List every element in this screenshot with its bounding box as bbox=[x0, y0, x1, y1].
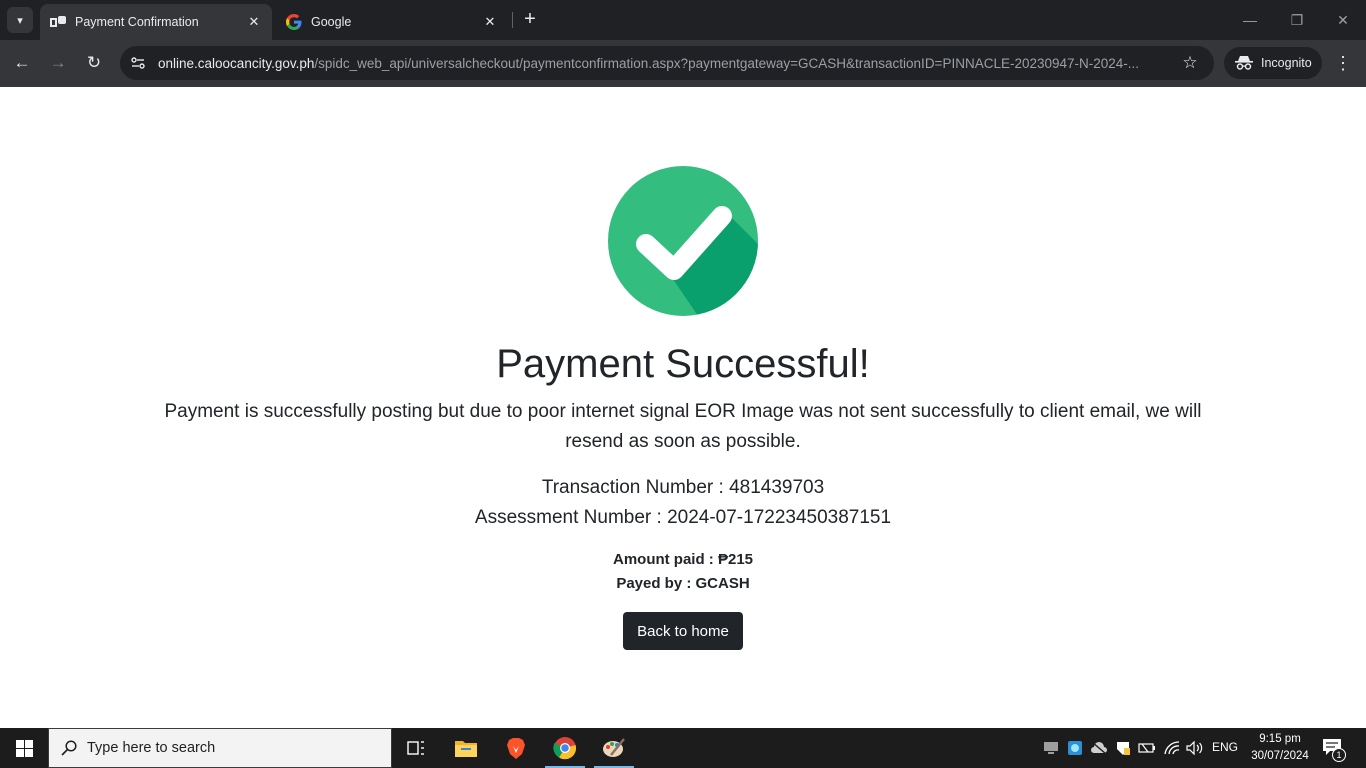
back-button[interactable]: ← bbox=[9, 50, 35, 76]
incognito-indicator[interactable]: Incognito bbox=[1224, 47, 1322, 79]
new-tab-button[interactable]: + bbox=[519, 8, 541, 30]
tab-google[interactable]: Google ✕ bbox=[276, 4, 508, 40]
wifi-icon[interactable] bbox=[1163, 739, 1181, 757]
minimize-button[interactable]: — bbox=[1238, 8, 1262, 32]
arrow-right-icon: → bbox=[49, 53, 67, 72]
back-to-home-button[interactable]: Back to home bbox=[623, 612, 743, 650]
status-message: Payment is successfully posting but due … bbox=[164, 401, 1202, 452]
tray-security-icon[interactable] bbox=[1114, 739, 1132, 757]
site-settings-icon[interactable] bbox=[121, 46, 155, 80]
close-icon: ✕ bbox=[1337, 11, 1349, 28]
start-button[interactable] bbox=[0, 728, 48, 768]
arrow-left-icon: ← bbox=[13, 53, 31, 72]
url-host: online.caloocancity.gov.ph bbox=[158, 55, 315, 71]
browser-tabstrip: ▾ Payment Confirmation ✕ Google ✕ + — ❐ … bbox=[0, 0, 1366, 40]
reload-icon: ↻ bbox=[86, 53, 102, 72]
language-indicator[interactable]: ENG bbox=[1212, 740, 1238, 754]
browser-toolbar: ← → ↻ online.caloocancity.gov.ph/spidc_w… bbox=[0, 40, 1366, 87]
tray-monitor-icon[interactable] bbox=[1042, 739, 1060, 757]
incognito-icon bbox=[1235, 56, 1253, 70]
speaker-icon[interactable] bbox=[1186, 739, 1204, 757]
address-bar[interactable]: online.caloocancity.gov.ph/spidc_web_api… bbox=[120, 46, 1214, 80]
url-text: online.caloocancity.gov.ph/spidc_web_api… bbox=[158, 56, 1168, 71]
search-icon bbox=[61, 740, 77, 756]
transaction-number: Transaction Number : 481439703 bbox=[541, 477, 825, 498]
chrome-icon bbox=[553, 737, 577, 760]
success-check-icon bbox=[608, 166, 758, 316]
brave-browser-button[interactable] bbox=[492, 728, 540, 768]
forward-button[interactable]: → bbox=[45, 50, 71, 76]
bookmark-star-icon[interactable]: ☆ bbox=[1180, 53, 1200, 73]
tray-battery-icon[interactable] bbox=[1138, 739, 1156, 757]
reload-button[interactable]: ↻ bbox=[81, 50, 107, 76]
tray-cloud-icon[interactable] bbox=[1090, 739, 1108, 757]
tab-payment-confirmation[interactable]: Payment Confirmation ✕ bbox=[40, 4, 272, 40]
payment-confirmation-page: Payment Successful! Payment is successfu… bbox=[0, 87, 1366, 728]
minimize-icon: — bbox=[1243, 12, 1257, 28]
amount-paid: Amount paid : ₱215 bbox=[612, 551, 754, 568]
notification-count-badge: 1 bbox=[1332, 748, 1346, 762]
folder-icon bbox=[455, 741, 477, 757]
paint-app-button[interactable] bbox=[590, 728, 638, 768]
taskbar-search-input[interactable]: Type here to search bbox=[48, 728, 392, 768]
tab-title: Payment Confirmation bbox=[75, 15, 199, 29]
system-clock[interactable]: 9:15 pm 30/07/2024 bbox=[1244, 731, 1316, 765]
paint-palette-icon bbox=[603, 738, 625, 757]
file-explorer-button[interactable] bbox=[442, 728, 490, 768]
brave-lion-icon bbox=[507, 738, 525, 759]
clock-time: 9:15 pm bbox=[1259, 733, 1301, 745]
close-icon[interactable]: ✕ bbox=[482, 14, 498, 30]
tab-search-button[interactable]: ▾ bbox=[7, 7, 33, 33]
page-title: Payment Successful! bbox=[496, 342, 870, 386]
clock-date: 30/07/2024 bbox=[1251, 750, 1309, 762]
search-placeholder: Type here to search bbox=[87, 740, 216, 756]
incognito-label: Incognito bbox=[1261, 56, 1312, 70]
tray-app-icon[interactable] bbox=[1066, 739, 1084, 757]
assessment-number: Assessment Number : 2024-07-172234503871… bbox=[474, 507, 892, 528]
tab-separator bbox=[512, 12, 513, 28]
restore-icon: ❐ bbox=[1290, 11, 1304, 28]
plus-icon: + bbox=[524, 7, 536, 30]
tab-title: Google bbox=[311, 15, 352, 29]
google-g-icon bbox=[286, 14, 302, 30]
task-view-button[interactable] bbox=[392, 728, 440, 768]
payment-method: Payed by : GCASH bbox=[616, 575, 750, 592]
taskbar: Type here to search ENG 9:15 pm 30/07/20… bbox=[0, 728, 1366, 768]
restore-button[interactable]: ❐ bbox=[1285, 8, 1309, 32]
close-icon[interactable]: ✕ bbox=[246, 14, 262, 30]
chrome-button[interactable] bbox=[541, 728, 589, 768]
windows-logo-icon bbox=[15, 739, 33, 757]
url-path: /spidc_web_api/universalcheckout/payment… bbox=[314, 55, 1140, 71]
chevron-down-icon: ▾ bbox=[17, 14, 23, 27]
browser-menu-button[interactable]: ⋮ bbox=[1332, 50, 1354, 76]
task-view-icon bbox=[407, 741, 424, 755]
close-window-button[interactable]: ✕ bbox=[1331, 8, 1355, 32]
more-vertical-icon: ⋮ bbox=[1334, 52, 1352, 73]
site-icon bbox=[50, 14, 66, 30]
